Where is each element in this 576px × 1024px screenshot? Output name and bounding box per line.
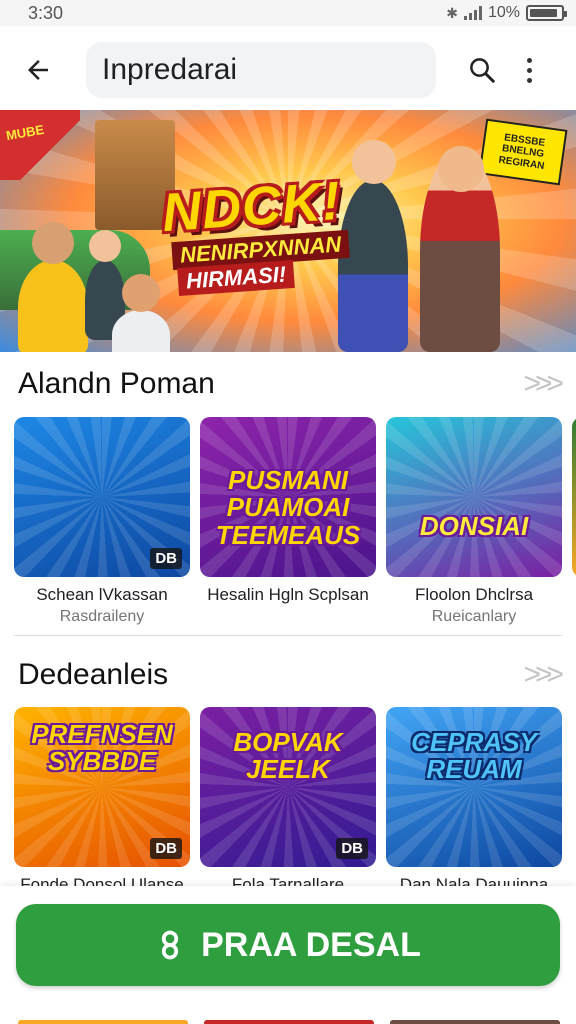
section-title: Dedeanleis <box>18 658 169 691</box>
app-card-title: Hesalin Hgln Scplsan <box>207 585 369 604</box>
hero-character <box>420 146 500 352</box>
app-card-title: Schean lVkassan <box>36 585 168 604</box>
next-row-peek <box>204 1020 374 1024</box>
app-card-art-title: CEPRASY REUAM <box>411 727 537 785</box>
app-card[interactable]: PREFNSEN SYBBDE DB Fonde Donsol Ulanse <box>14 707 190 895</box>
see-more-chevrons-icon[interactable]: >>> <box>523 367 563 401</box>
app-card-peek[interactable] <box>572 417 576 577</box>
search-input[interactable]: Inpredarai <box>86 42 436 98</box>
battery-percent: 10% <box>487 4 520 21</box>
hero-banner[interactable]: MUBE EBSSBE BNELNG REGIRAN NDCK! NENIRPX… <box>0 110 576 352</box>
hero-tag: EBSSBE BNELNG REGIRAN <box>478 118 568 186</box>
install-bar: PRAA DESAL <box>0 886 576 1024</box>
more-vert-icon[interactable] <box>514 48 544 92</box>
card-row: DB Schean lVkassan Rasdraileny PUSMANI P… <box>14 417 576 626</box>
app-card[interactable]: DB Schean lVkassan Rasdraileny <box>14 417 190 626</box>
app-card-subtitle: Rueicanlary <box>431 608 517 625</box>
search-icon[interactable] <box>460 48 504 92</box>
app-card-art-title: PREFNSEN SYBBDE <box>31 719 173 777</box>
top-app-bar: Inpredarai <box>0 34 576 106</box>
next-row-peek <box>390 1020 560 1024</box>
install-button[interactable]: PRAA DESAL <box>16 904 560 986</box>
app-card-badge: DB <box>336 838 368 859</box>
app-card-art-title: DONSIAI <box>419 511 529 541</box>
signal-icon <box>463 6 482 20</box>
hero-character <box>18 222 88 352</box>
next-row-peek <box>18 1020 188 1024</box>
back-arrow-icon[interactable] <box>16 48 60 92</box>
status-icons: ✱ 10% <box>446 4 567 22</box>
app-card[interactable]: PUSMANI PUAMOAI TEEMEAUS Hesalin Hgln Sc… <box>200 417 376 626</box>
see-more-chevrons-icon[interactable]: >>> <box>523 658 563 692</box>
app-card-art-title: BOPVAK JEELK <box>233 727 343 785</box>
app-card-subtitle: Rasdraileny <box>59 608 145 625</box>
app-card-title: Floolon Dhclrsa <box>414 585 534 604</box>
section-divider <box>14 635 562 636</box>
install-button-label: PRAA DESAL <box>201 925 421 964</box>
app-card[interactable]: DONSIAI Floolon Dhclrsa Rueicanlary <box>386 417 562 626</box>
app-card-art-title: PUSMANI PUAMOAI TEEMEAUS <box>215 465 361 550</box>
app-card[interactable]: CEPRASY REUAM Dan Nala Dauuinna <box>386 707 562 895</box>
hero-corner-badge-text: MUBE <box>4 121 46 144</box>
hero-character <box>112 274 170 352</box>
app-card[interactable]: BOPVAK JEELK DB Fola Tarnallare <box>200 707 376 895</box>
section-header[interactable]: Alandn Poman >>> <box>0 354 576 414</box>
app-card-badge: DB <box>150 548 182 569</box>
app-card-image[interactable]: BOPVAK JEELK DB <box>200 707 376 867</box>
install-glyph-icon <box>161 930 179 960</box>
section-title: Alandn Poman <box>18 367 215 400</box>
app-card-image[interactable]: CEPRASY REUAM <box>386 707 562 867</box>
bluetooth-icon: ✱ <box>446 4 458 21</box>
app-card-image[interactable]: DONSIAI <box>386 417 562 577</box>
hero-character <box>338 140 408 352</box>
app-card-image[interactable]: PUSMANI PUAMOAI TEEMEAUS <box>200 417 376 577</box>
hero-corner-badge: MUBE <box>0 110 80 180</box>
app-card-image[interactable]: PREFNSEN SYBBDE DB <box>14 707 190 867</box>
app-card-image[interactable]: DB <box>14 417 190 577</box>
app-card-badge: DB <box>150 838 182 859</box>
status-bar: 3:30 ✱ 10% <box>0 0 576 26</box>
status-time: 3:30 <box>28 2 64 23</box>
card-row: PREFNSEN SYBBDE DB Fonde Donsol Ulanse B… <box>14 707 576 895</box>
battery-icon <box>526 5 567 21</box>
section-header[interactable]: Dedeanleis >>> <box>0 645 576 705</box>
